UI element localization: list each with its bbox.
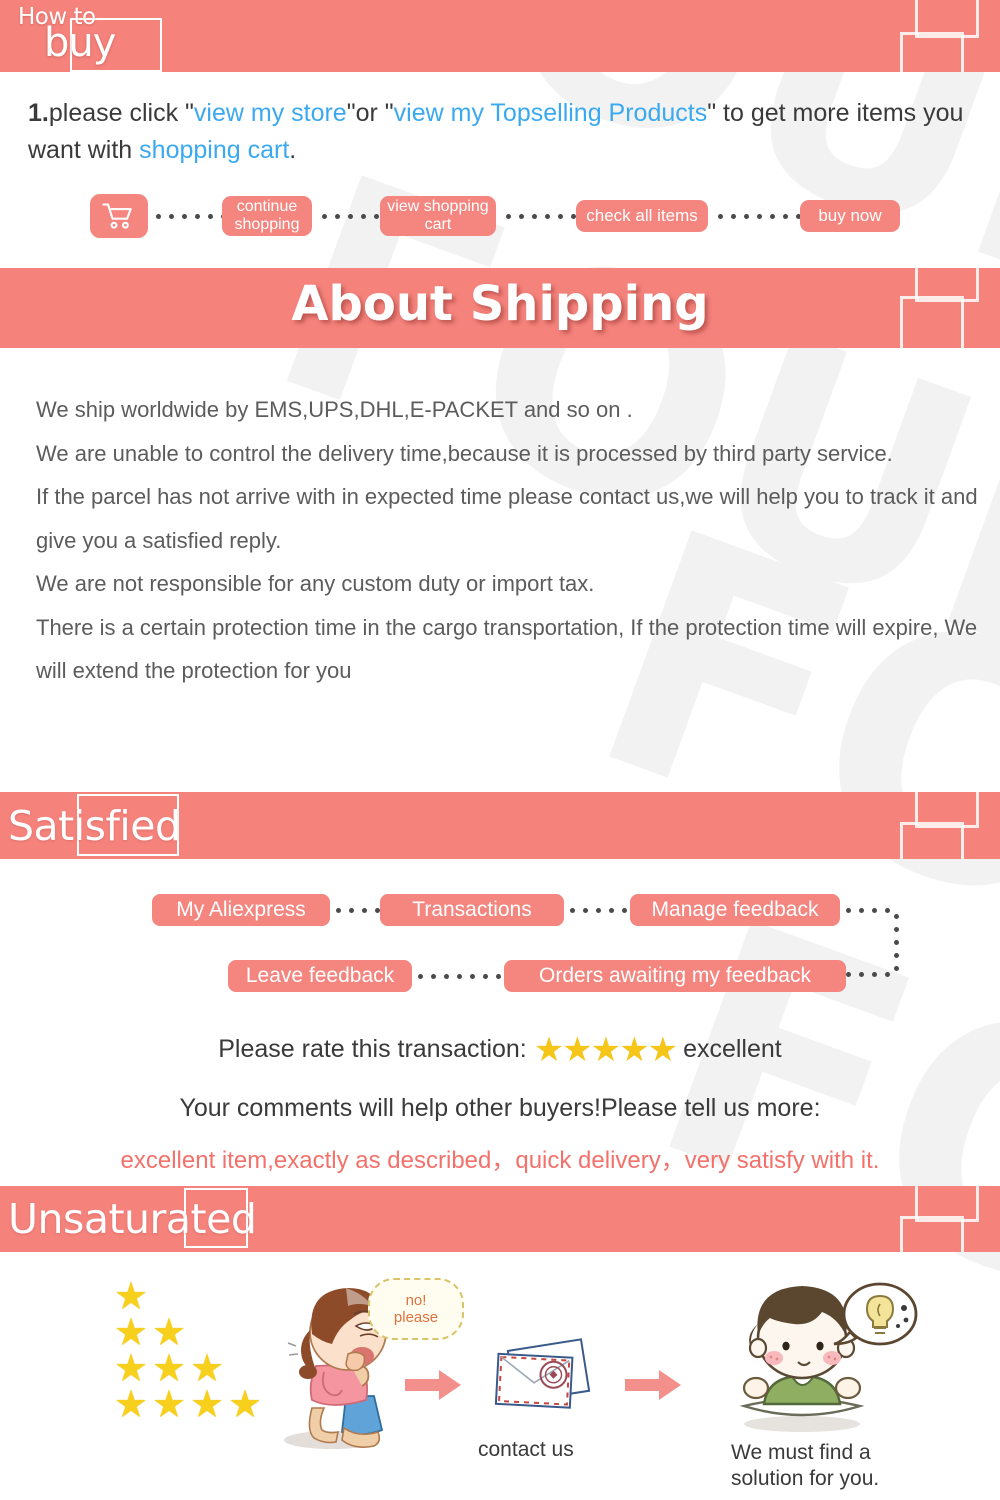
flow-my-aliexpress[interactable]: My Aliexpress bbox=[152, 894, 330, 926]
flow-label: Leave feedback bbox=[245, 964, 395, 987]
shipping-line: There is a certain protection time in th… bbox=[36, 614, 978, 684]
envelope-icon bbox=[494, 1338, 591, 1409]
star-icon: ★ bbox=[190, 1348, 225, 1390]
star-icon: ★ bbox=[152, 1384, 187, 1426]
flow-manage-feedback[interactable]: Manage feedback bbox=[630, 894, 840, 926]
logo-line-2: buy bbox=[44, 20, 116, 66]
step-label: view shopping cart bbox=[387, 198, 489, 233]
shipping-policy-text: We ship worldwide by EMS,UPS,DHL,E-PACKE… bbox=[36, 388, 981, 693]
unsaturated-banner: Unsaturated bbox=[0, 1186, 1000, 1252]
step-buy-now[interactable]: buy now bbox=[800, 200, 900, 232]
step-number: 1. bbox=[28, 99, 49, 127]
rate-word: excellent bbox=[683, 1035, 782, 1063]
flow-label: My Aliexpress bbox=[176, 898, 306, 921]
star-rating[interactable]: ★★★★★ bbox=[534, 1031, 678, 1069]
instruction-text-4: . bbox=[289, 136, 297, 164]
shipping-line: We ship worldwide by EMS,UPS,DHL,E-PACKE… bbox=[36, 397, 633, 422]
unsaturated-logo: Unsaturated bbox=[8, 1186, 257, 1252]
shipping-line: If the parcel has not arrive with in exp… bbox=[36, 484, 978, 553]
satisfied-logo: Satisfied bbox=[8, 792, 181, 859]
dots-connector-vertical bbox=[894, 914, 899, 971]
decor-square bbox=[900, 1216, 964, 1252]
dots-connector bbox=[846, 972, 890, 977]
star-icon: ★ bbox=[114, 1384, 149, 1426]
star-icon: ★ bbox=[114, 1276, 149, 1318]
arrow-right-icon bbox=[405, 1370, 461, 1400]
flow-leave-feedback[interactable]: Leave feedback bbox=[228, 960, 412, 992]
step-check-all-items[interactable]: check all items bbox=[576, 200, 708, 232]
page-root: FOUDD FOUDD FOUDD FOUDD How to buy 1.ple… bbox=[0, 0, 1000, 1500]
dots-connector bbox=[570, 908, 627, 913]
howto-buy-banner: How to buy bbox=[0, 0, 1000, 72]
section-title: About Shipping bbox=[291, 276, 709, 332]
flow-label: Orders awaiting my feedback bbox=[539, 964, 811, 987]
instruction-text-2: "or " bbox=[346, 99, 394, 127]
dots-connector bbox=[156, 214, 226, 219]
boy-illustration bbox=[720, 1270, 920, 1450]
flow-transactions[interactable]: Transactions bbox=[380, 894, 564, 926]
star-pyramid: ★ ★ ★ ★ ★ ★ ★ ★ ★ ★ bbox=[110, 1278, 270, 1458]
decor-square bbox=[900, 32, 964, 72]
star-icon: ★ bbox=[152, 1312, 187, 1354]
link-view-topselling-products[interactable]: view my Topselling Products bbox=[394, 99, 708, 127]
step-label: buy now bbox=[818, 206, 882, 225]
rate-label: Please rate this transaction: bbox=[218, 1035, 527, 1063]
star-icon: ★ bbox=[190, 1384, 225, 1426]
step-label: continue shopping bbox=[234, 198, 300, 233]
step-continue-shopping[interactable]: continue shopping bbox=[222, 196, 312, 236]
rating-row: Please rate this transaction: ★★★★★ exce… bbox=[0, 1030, 1000, 1070]
link-view-my-store[interactable]: view my store bbox=[194, 99, 347, 127]
flow-orders-awaiting-my-feedback[interactable]: Orders awaiting my feedback bbox=[504, 960, 846, 992]
star-icon: ★ bbox=[114, 1312, 149, 1354]
decor-square bbox=[900, 822, 964, 859]
dots-connector bbox=[846, 908, 890, 913]
comment-prompt: Your comments will help other buyers!Ple… bbox=[179, 1094, 821, 1122]
speech-bubble-no-please: no! please bbox=[368, 1278, 464, 1340]
shipping-line: We are unable to control the delivery ti… bbox=[36, 440, 893, 466]
star-icon: ★ bbox=[114, 1348, 149, 1390]
dots-connector bbox=[336, 908, 380, 913]
unsaturated-illustration: ★ ★ ★ ★ ★ ★ ★ ★ ★ ★ no! please bbox=[0, 1258, 1000, 1500]
instruction-text-1: please click " bbox=[48, 99, 194, 127]
flow-label: Manage feedback bbox=[651, 898, 819, 921]
dots-connector bbox=[418, 974, 501, 979]
star-icon: ★ bbox=[152, 1348, 187, 1390]
kneeling-girl-illustration: no! please bbox=[250, 1268, 464, 1468]
howto-buy-logo: How to buy bbox=[12, 2, 162, 72]
section-title: Unsaturated bbox=[8, 1195, 257, 1243]
step-label: check all items bbox=[586, 206, 698, 225]
shipping-line: We are not responsible for any custom du… bbox=[36, 571, 595, 596]
link-shopping-cart[interactable]: shopping cart bbox=[139, 136, 289, 164]
bubble-line-1: no! bbox=[405, 1292, 427, 1309]
satisfied-banner: Satisfied bbox=[0, 792, 1000, 859]
about-shipping-banner: About Shipping bbox=[0, 268, 1000, 348]
arrow-right-icon bbox=[625, 1370, 681, 1400]
bubble-line-2: please bbox=[393, 1309, 439, 1326]
flow-label: Transactions bbox=[412, 898, 532, 921]
section-title: Satisfied bbox=[8, 801, 181, 850]
shopping-cart-icon[interactable] bbox=[90, 194, 148, 238]
howto-instruction-paragraph: 1.please click "view my store"or "view m… bbox=[28, 95, 974, 169]
comment-example: excellent item,exactly as described，quic… bbox=[120, 1147, 880, 1174]
step-view-shopping-cart[interactable]: view shopping cart bbox=[380, 196, 496, 236]
